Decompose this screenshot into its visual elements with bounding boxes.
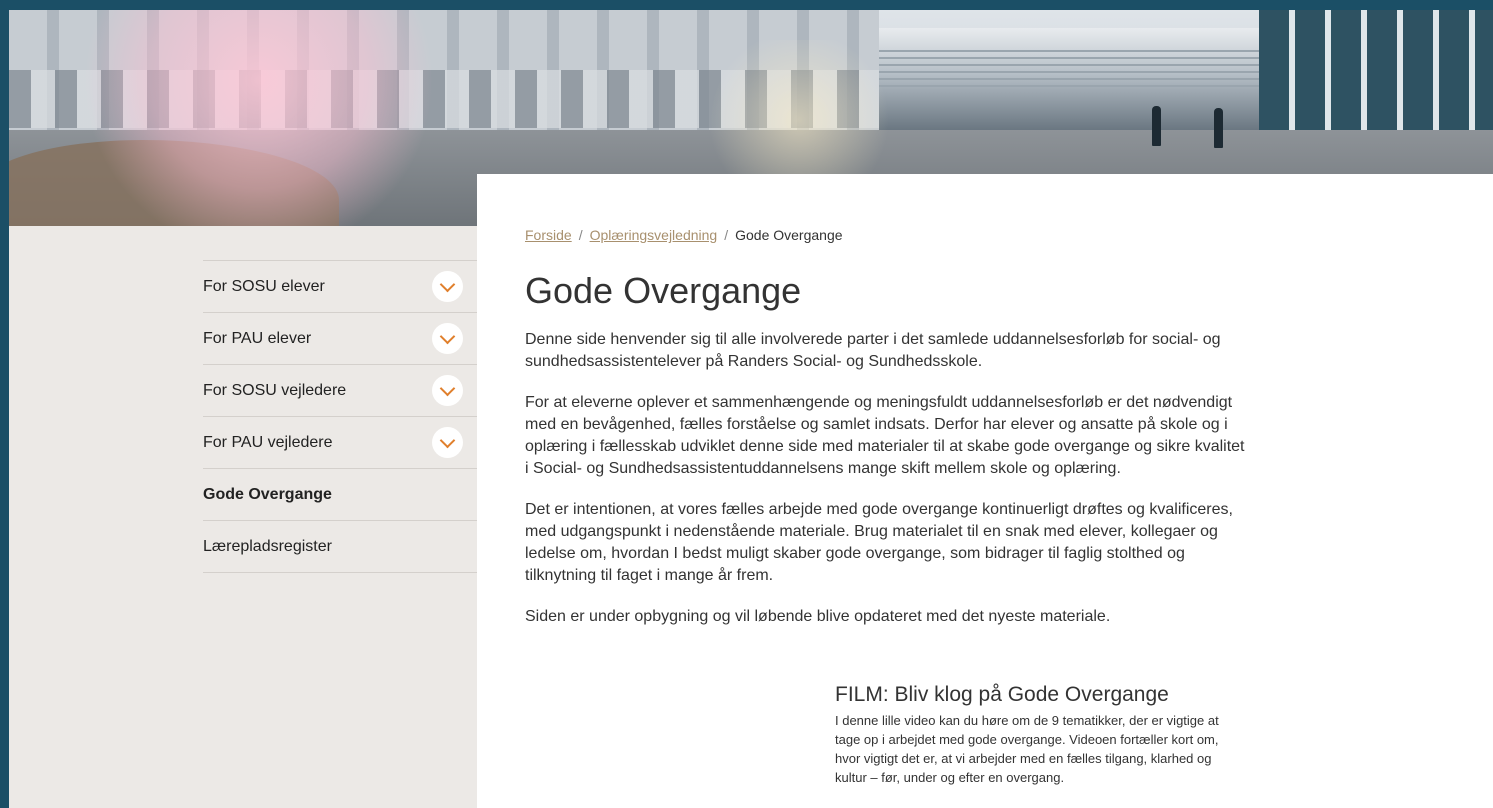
breadcrumb-link-parent[interactable]: Oplæringsvejledning: [590, 227, 718, 243]
sidebar-item-label: Lærepladsregister: [203, 537, 332, 555]
sidebar-item-label: Gode Overgange: [203, 485, 332, 503]
main-content: Forside / Oplæringsvejledning / Gode Overgan…: [477, 174, 1493, 808]
breadcrumb-separator: /: [578, 227, 583, 243]
paragraph: For at eleverne oplever et sammenhængend…: [525, 394, 1245, 477]
lens-flare: [69, 10, 449, 226]
sidebar-item-label: For SOSU vejledere: [203, 381, 347, 399]
sidebar-item-for-pau-vejledere[interactable]: For PAU vejledere: [203, 417, 477, 469]
page-title: Gode Overgange: [525, 270, 802, 311]
film-section: FILM: Bliv klog på Gode Overgange I denn…: [835, 682, 1235, 787]
person-figure: [1214, 108, 1223, 148]
sidebar-item-for-pau-elever[interactable]: For PAU elever: [203, 313, 477, 365]
chevron-down-icon[interactable]: [432, 271, 463, 302]
sidebar: For SOSU elever For PAU elever For SOSU …: [9, 226, 477, 808]
paragraph: Siden er under opbygning og vil løbende …: [525, 608, 1111, 625]
film-description: I denne lille video kan du høre om de 9 …: [835, 713, 1219, 785]
page: For SOSU elever For PAU elever For SOSU …: [9, 10, 1493, 808]
person-figure: [1152, 106, 1161, 146]
chevron-down-icon[interactable]: [432, 427, 463, 458]
chevron-down-icon[interactable]: [432, 375, 463, 406]
sidebar-item-label: For PAU elever: [203, 329, 312, 347]
sidebar-item-label: For PAU vejledere: [203, 433, 333, 451]
sidebar-nav: For SOSU elever For PAU elever For SOSU …: [203, 260, 477, 573]
film-title: FILM: Bliv klog på Gode Overgange: [835, 683, 1169, 706]
sidebar-item-laerepladsregister[interactable]: Lærepladsregister: [203, 521, 477, 573]
breadcrumb: Forside / Oplæringsvejledning / Gode Overgan…: [525, 227, 843, 243]
sidebar-item-for-sosu-elever[interactable]: For SOSU elever: [203, 261, 477, 313]
sidebar-item-for-sosu-vejledere[interactable]: For SOSU vejledere: [203, 365, 477, 417]
building-railings: [879, 50, 1259, 90]
breadcrumb-current: Gode Overgange: [735, 227, 843, 243]
paragraph: Det er intentionen, at vores fælles arbe…: [525, 501, 1233, 584]
article-body: Denne side henvender sig til alle involv…: [525, 329, 1245, 647]
breadcrumb-link-home[interactable]: Forside: [525, 227, 572, 243]
chevron-down-icon[interactable]: [432, 323, 463, 354]
paragraph: Denne side henvender sig til alle involv…: [525, 331, 1221, 370]
sidebar-item-gode-overgange[interactable]: Gode Overgange: [203, 469, 477, 521]
sidebar-item-label: For SOSU elever: [203, 277, 325, 295]
breadcrumb-separator: /: [724, 227, 729, 243]
